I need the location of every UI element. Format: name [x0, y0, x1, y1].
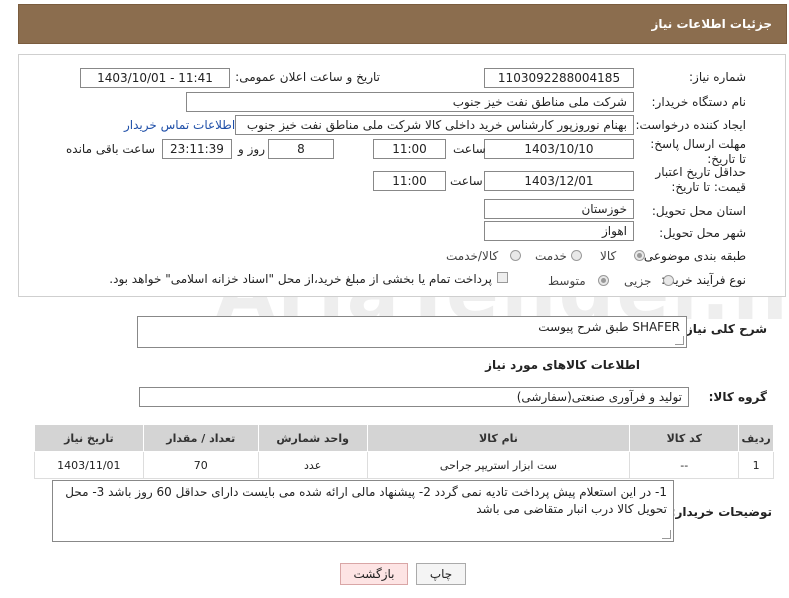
- price-validity-date-field: 1403/12/01: [484, 171, 634, 191]
- goods-group-field: تولید و فرآوری صنعتی(سفارشی): [139, 387, 689, 407]
- col-quantity: تعداد / مقدار: [142, 424, 259, 452]
- price-validity-label: حداقل تاریخ اعتبار قیمت: تا تاریخ:: [655, 165, 746, 194]
- price-validity-time-field: 11:00: [373, 171, 446, 191]
- need-number-label: شماره نیاز:: [689, 70, 746, 84]
- goods-table: تاریخ نیاز تعداد / مقدار واحد شمارش نام …: [34, 424, 774, 479]
- city-field: اهواز: [484, 221, 634, 241]
- buyer-contact-link[interactable]: اطلاعات تماس خریدار: [124, 118, 235, 132]
- announce-datetime-field: 1403/10/01 - 11:41: [80, 68, 230, 88]
- buyer-notes-label: توضیحات خریدار:: [670, 505, 772, 519]
- description-textarea[interactable]: SHAFER طبق شرح پیوست: [137, 316, 687, 348]
- col-need-date: تاریخ نیاز: [34, 424, 144, 452]
- cell-item-code: --: [629, 451, 740, 479]
- goods-group-label: گروه کالا:: [708, 390, 767, 404]
- deadline-label: مهلت ارسال پاسخ: تا تاریخ:: [650, 137, 746, 166]
- print-button[interactable]: چاپ: [416, 563, 466, 585]
- description-label: شرح کلی نیاز:: [681, 322, 767, 336]
- cell-quantity: 70: [142, 451, 259, 479]
- goods-table-header-row: تاریخ نیاز تعداد / مقدار واحد شمارش نام …: [34, 424, 774, 452]
- treasury-bonds-text: پرداخت تمام یا بخشی از مبلغ خرید،از محل …: [109, 272, 492, 286]
- resize-handle-icon[interactable]: [662, 530, 671, 539]
- col-unit: واحد شمارش: [257, 424, 368, 452]
- remaining-time-field: 23:11:39: [162, 139, 232, 159]
- category-radio-goods[interactable]: [634, 250, 645, 261]
- resize-handle-icon[interactable]: [675, 336, 684, 345]
- cell-unit: عدد: [257, 451, 368, 479]
- category-option-goods-service: کالا/خدمت: [446, 249, 499, 263]
- city-label: شهر محل تحویل:: [659, 226, 746, 240]
- table-row: 1403/11/01 70 عدد ست ابزار استریپر جراحی…: [34, 451, 774, 479]
- cell-need-date: 1403/11/01: [34, 451, 144, 479]
- back-button[interactable]: بازگشت: [340, 563, 408, 585]
- buyer-notes-text: 1- در این استعلام پیش پرداخت تادیه نمی گ…: [65, 485, 667, 516]
- col-item-name: نام کالا: [366, 424, 631, 452]
- price-validity-time-label: ساعت: [450, 174, 483, 188]
- province-label: استان محل تحویل:: [651, 204, 746, 218]
- remaining-time-label: ساعت باقی مانده: [66, 142, 156, 156]
- page-header: جزئیات اطلاعات نیاز: [18, 4, 787, 44]
- deadline-date-field: 1403/10/10: [484, 139, 634, 159]
- buyer-org-field: شرکت ملی مناطق نفت خیز جنوب: [186, 92, 634, 112]
- purchase-radio-minor[interactable]: [663, 275, 674, 286]
- col-item-code: کد کالا: [629, 424, 740, 452]
- province-field: خوزستان: [484, 199, 634, 219]
- category-radio-service[interactable]: [571, 250, 582, 261]
- announce-datetime-label: تاریخ و ساعت اعلان عمومی:: [235, 70, 380, 84]
- cell-item-name: ست ابزار استریپر جراحی: [366, 451, 631, 479]
- cell-row-number: 1: [738, 451, 774, 479]
- buyer-notes-textarea[interactable]: 1- در این استعلام پیش پرداخت تادیه نمی گ…: [52, 480, 674, 542]
- category-option-service: خدمت: [535, 249, 567, 263]
- deadline-time-field: 11:00: [373, 139, 446, 159]
- buyer-org-label: نام دستگاه خریدار:: [651, 95, 747, 109]
- category-radio-goods-service[interactable]: [510, 250, 521, 261]
- purchase-radio-medium[interactable]: [598, 275, 609, 286]
- description-text: SHAFER طبق شرح پیوست: [538, 320, 680, 334]
- purchase-option-medium: متوسط: [548, 274, 586, 288]
- requester-label: ایجاد کننده درخواست:: [635, 118, 746, 132]
- need-number-field: 1103092288004185: [484, 68, 634, 88]
- deadline-time-label: ساعت: [453, 142, 486, 156]
- deadline-days-field: 8: [268, 139, 334, 159]
- category-label: طبقه بندی موضوعی:: [639, 249, 746, 263]
- purchase-option-minor: جزیی: [624, 274, 652, 288]
- deadline-days-label: روز و: [238, 142, 265, 156]
- treasury-bonds-checkbox[interactable]: [497, 272, 508, 283]
- goods-section-title: اطلاعات کالاهای مورد نیاز: [485, 358, 640, 372]
- requester-field: بهنام نوروزپور کارشناس خرید داخلی کالا ش…: [235, 115, 634, 135]
- page-title: جزئیات اطلاعات نیاز: [651, 17, 772, 31]
- col-row-number: ردیف: [738, 424, 774, 452]
- category-option-goods: کالا: [600, 249, 617, 263]
